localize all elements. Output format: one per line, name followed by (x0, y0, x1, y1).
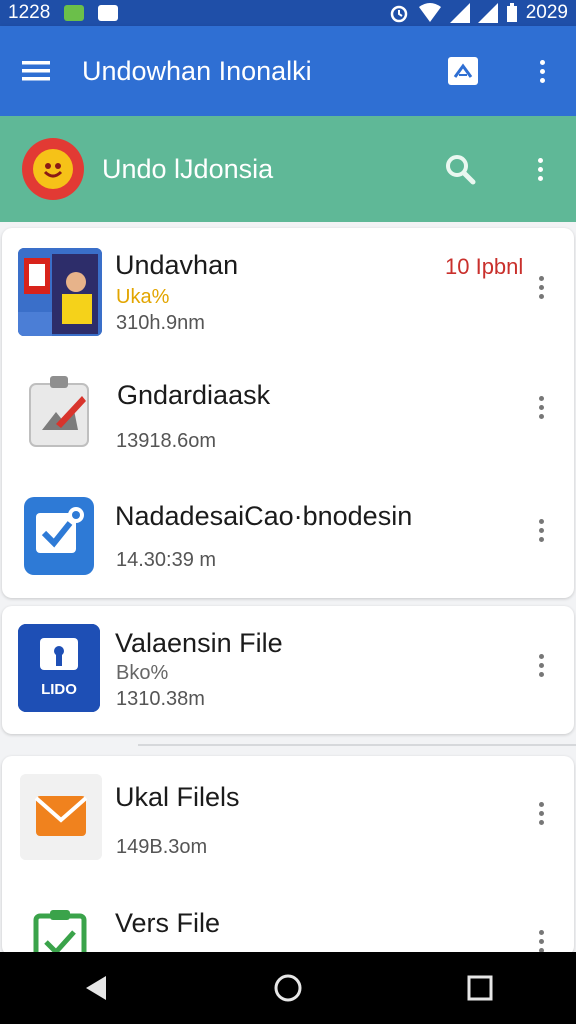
signal-icon (477, 3, 498, 23)
file-name: Valaensin File (115, 628, 283, 658)
app-title: Undowhan Inonalki (82, 55, 312, 86)
back-icon[interactable] (66, 958, 126, 1018)
more-vert-icon[interactable] (529, 519, 553, 542)
task-check-icon (24, 497, 94, 575)
pdf-icon[interactable] (448, 57, 478, 85)
file-name: Gndardiaask (117, 380, 271, 410)
image-edit-icon (28, 374, 90, 450)
notification-icon (64, 5, 85, 21)
status-time: 1228 (8, 2, 51, 23)
list-item[interactable]: Vers File (2, 886, 574, 956)
list-item[interactable]: LIDO Valaensin File Bko% 1310.38m (2, 606, 574, 734)
signal-icon (449, 3, 470, 23)
status-bar: 1228 2029 (0, 0, 576, 26)
file-name: NadadesaiCao·bnodesin (115, 501, 413, 531)
file-name: Vers File (115, 908, 221, 938)
file-list-card: Ukal Filels 149B.3om Vers File (2, 756, 574, 956)
file-list-card: LIDO Valaensin File Bko% 1310.38m (2, 606, 574, 734)
list-item[interactable]: Gndardiaask 13918.6om (2, 358, 574, 478)
account-badge-icon[interactable] (22, 138, 84, 200)
app-bar: Undowhan Inonalki (0, 26, 576, 116)
clipboard-check-icon (32, 908, 88, 956)
file-meta: 1310.38m (116, 688, 205, 710)
file-tag: Uka% (116, 286, 170, 308)
file-list-card: Undavhan Uka% 310h.9nm 10 Ipbnl Gndardia… (2, 228, 574, 598)
menu-icon[interactable] (22, 59, 50, 83)
document-lock-icon: LIDO (18, 624, 100, 712)
more-vert-icon[interactable] (528, 157, 552, 181)
more-vert-icon[interactable] (529, 930, 553, 953)
file-tag: Bko% (116, 662, 169, 684)
home-icon[interactable] (258, 958, 318, 1018)
more-vert-icon[interactable] (529, 802, 553, 825)
wifi-icon (418, 3, 441, 22)
account-title: Undo lJdonsia (102, 153, 274, 184)
notification-icon (98, 5, 119, 21)
status-clock: 2029 (525, 2, 568, 23)
search-icon[interactable] (444, 153, 476, 185)
file-meta: 310h.9nm (116, 312, 205, 334)
list-item[interactable]: Ukal Filels 149B.3om (2, 756, 574, 876)
photo-thumbnail (18, 248, 102, 336)
battery-icon (506, 3, 517, 22)
document-icon-label: LIDO (41, 681, 77, 698)
list-item[interactable]: NadadesaiCao·bnodesin 14.30:39 m (2, 483, 574, 598)
file-meta: 13918.6om (116, 430, 217, 452)
divider (138, 744, 576, 746)
file-meta: 14.30:39 m (116, 549, 217, 571)
account-bar: Undo lJdonsia (0, 116, 576, 222)
file-meta: 149B.3om (116, 836, 208, 858)
more-vert-icon[interactable] (530, 59, 554, 83)
mail-icon (20, 774, 102, 860)
file-name: Ukal Filels (115, 782, 240, 812)
list-item[interactable]: Undavhan Uka% 310h.9nm 10 Ipbnl (2, 228, 574, 348)
more-vert-icon[interactable] (529, 654, 553, 677)
file-name: Undavhan (115, 250, 239, 280)
file-size: 10 Ipbnl (445, 254, 524, 279)
alarm-icon (390, 5, 407, 23)
more-vert-icon[interactable] (529, 396, 553, 419)
recents-icon[interactable] (450, 958, 510, 1018)
more-vert-icon[interactable] (529, 276, 553, 299)
system-nav-bar (0, 952, 576, 1024)
